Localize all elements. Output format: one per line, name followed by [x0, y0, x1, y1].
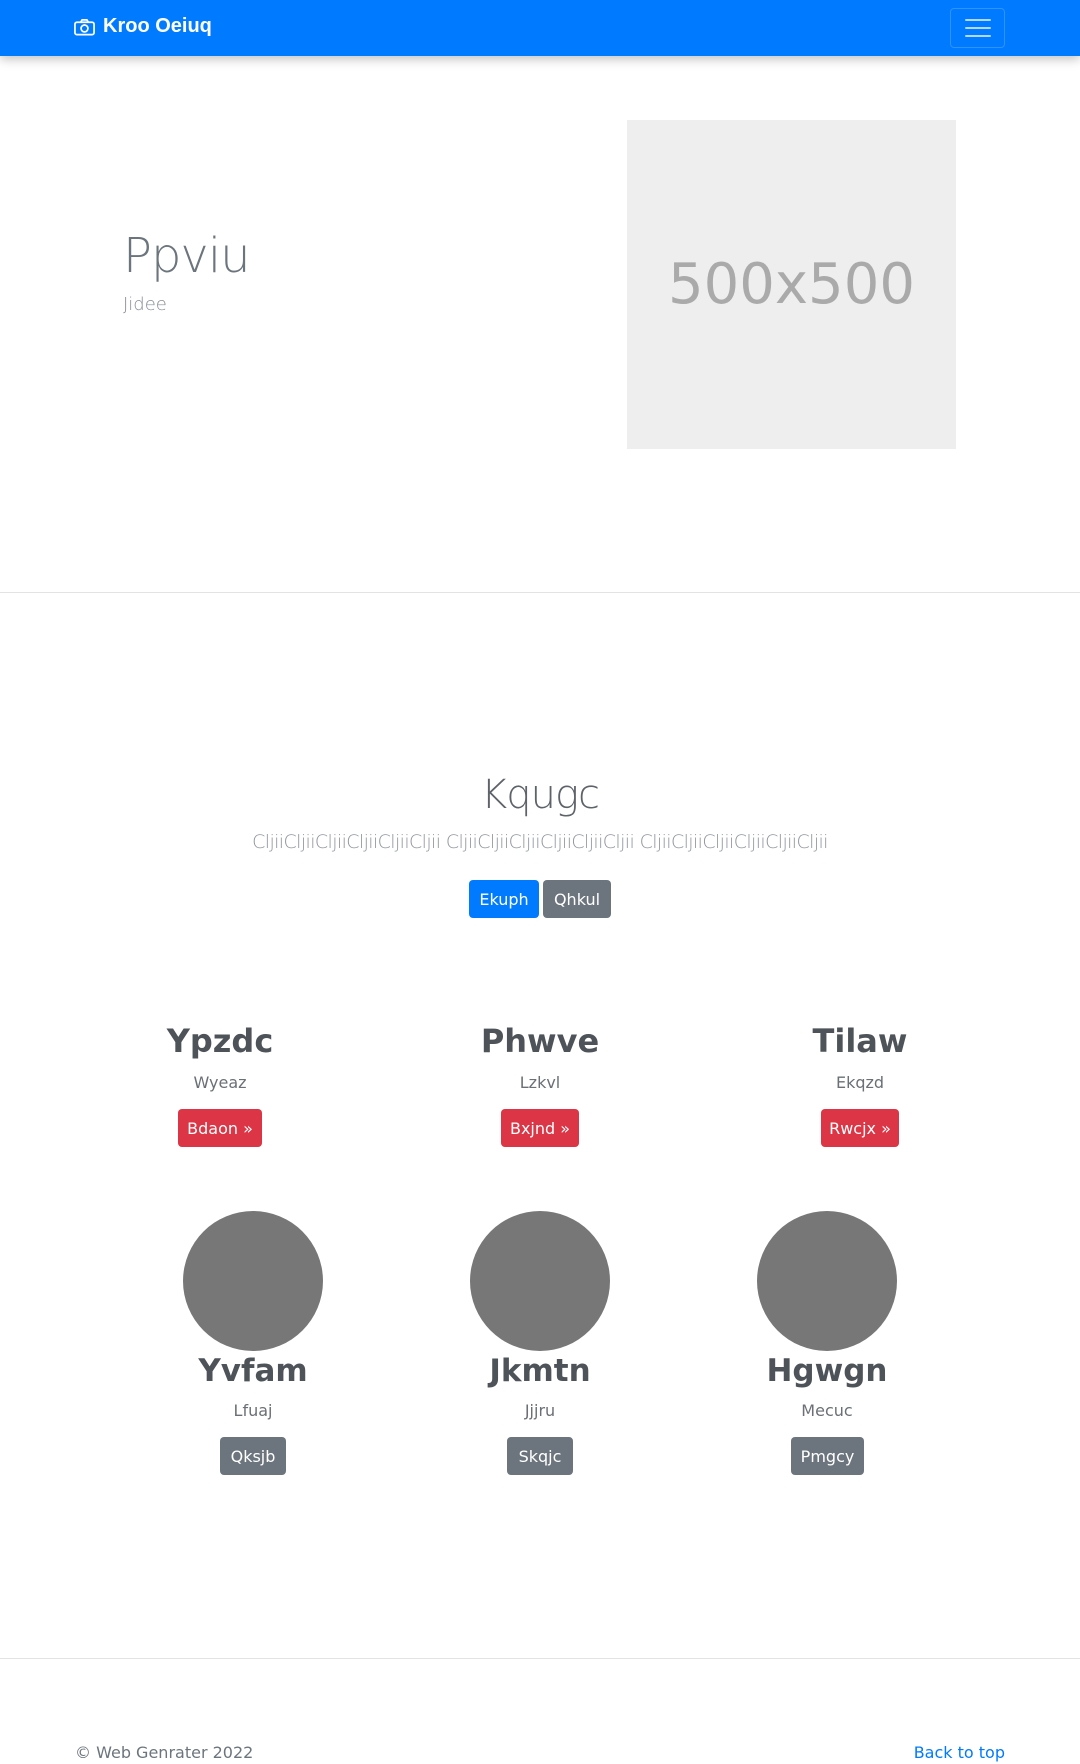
navbar: Kroo Oeiuq	[0, 0, 1080, 56]
team-member-name: Jkmtn	[489, 1353, 591, 1389]
avatar	[470, 1211, 610, 1351]
jumbotron-title: Kqugc	[481, 772, 600, 818]
jumbotron-lead: CljiiCljiiCljiiCljiiCljiiCljii CljiiClji…	[252, 831, 828, 853]
hero-subtitle: Jidee	[123, 294, 167, 315]
feature-button[interactable]: Rwcjx »	[821, 1109, 899, 1147]
feature-subtitle: Wyeaz	[193, 1073, 247, 1092]
jumbotron-secondary-button[interactable]: Qhkul	[543, 880, 611, 918]
team-member-name: Yvfam	[198, 1353, 308, 1389]
feature-button[interactable]: Bdaon »	[178, 1109, 262, 1147]
feature-subtitle: Lzkvl	[519, 1073, 561, 1092]
hero-image-placeholder: 500x500	[627, 120, 956, 449]
feature-button[interactable]: Bxjnd »	[501, 1109, 579, 1147]
team-member-button[interactable]: Pmgcy	[791, 1437, 864, 1475]
copyright-text: © Web Genrater 2022	[75, 1743, 254, 1762]
avatar	[183, 1211, 323, 1351]
footer-divider	[0, 1658, 1080, 1659]
placeholder-label: 500x500	[668, 252, 915, 317]
hero-title: Ppviu	[123, 228, 251, 284]
feature-title: Phwve	[480, 1022, 600, 1060]
camera-icon	[74, 18, 95, 35]
feature-subtitle: Ekqzd	[835, 1073, 885, 1092]
team-member-button[interactable]: Skqjc	[507, 1437, 573, 1475]
team-member-name: Hgwgn	[766, 1353, 888, 1389]
brand-label: Kroo Oeiuq	[103, 15, 212, 37]
team-member-role: Lfuaj	[233, 1401, 273, 1420]
jumbotron-primary-button[interactable]: Ekuph	[469, 880, 539, 918]
avatar	[757, 1211, 897, 1351]
feature-title: Ypzdc	[166, 1022, 274, 1060]
navbar-brand[interactable]: Kroo Oeiuq	[74, 15, 212, 38]
feature-title: Tilaw	[812, 1022, 908, 1060]
back-to-top-link[interactable]: Back to top	[914, 1743, 1005, 1762]
team-member-role: Jjjru	[524, 1401, 556, 1420]
team-member-role: Mecuc	[801, 1401, 853, 1420]
team-member-button[interactable]: Qksjb	[220, 1437, 286, 1475]
section-divider	[0, 592, 1080, 593]
hamburger-icon	[964, 19, 991, 21]
navbar-toggler-button[interactable]	[950, 8, 1005, 48]
